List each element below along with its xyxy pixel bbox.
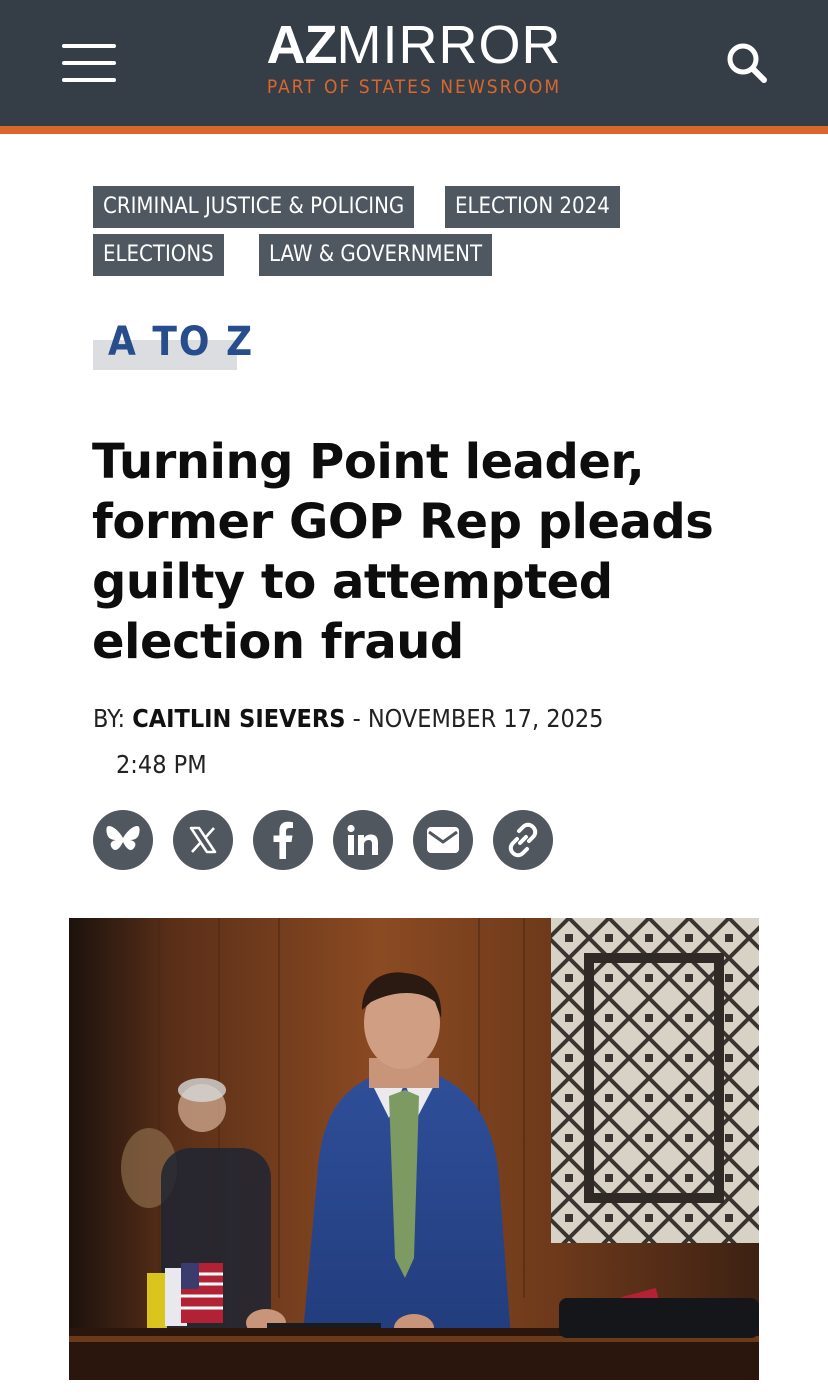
article-headline: Turning Point leader, former GOP Rep ple… [92, 434, 714, 670]
search-button[interactable] [724, 40, 770, 86]
email-icon [427, 827, 459, 853]
byline-separator: - [352, 704, 361, 733]
publish-time: 2:48 PM [116, 750, 207, 779]
link-icon [508, 822, 538, 858]
tag-law-government[interactable]: LAW & GOVERNMENT [259, 234, 493, 276]
tag-criminal-justice[interactable]: CRIMINAL JUSTICE & POLICING [93, 186, 415, 228]
logo-mirror: MIRROR [336, 15, 562, 75]
header-accent-stripe [0, 126, 828, 134]
logo-az: AZ [266, 15, 338, 75]
bluesky-icon [106, 826, 140, 850]
site-header: AZMIRROR PART OF STATES NEWSROOM [0, 0, 828, 126]
share-facebook-button[interactable] [253, 810, 313, 870]
publish-date: NOVEMBER 17, 2025 [367, 704, 604, 733]
facebook-icon [273, 821, 293, 859]
author-link[interactable]: CAITLIN SIEVERS [132, 704, 345, 733]
share-linkedin-button[interactable] [333, 810, 393, 870]
share-bluesky-button[interactable] [93, 810, 153, 870]
share-x-button[interactable] [173, 810, 233, 870]
tag-elections[interactable]: ELECTIONS [93, 234, 224, 276]
byline-label: BY: [93, 704, 126, 733]
logo-tagline: PART OF STATES NEWSROOM [266, 76, 562, 98]
search-icon [727, 43, 767, 83]
byline: BY: CAITLIN SIEVERS - NOVEMBER 17, 2025 [93, 702, 603, 736]
tag-election-2024[interactable]: ELECTION 2024 [445, 186, 620, 228]
featured-photo[interactable] [69, 918, 759, 1380]
section-label[interactable]: A TO Z [108, 318, 254, 366]
site-logo[interactable]: AZMIRROR PART OF STATES NEWSROOM [0, 16, 828, 98]
photo-illustration [69, 918, 759, 1380]
linkedin-icon [347, 824, 378, 855]
share-email-button[interactable] [413, 810, 473, 870]
share-copy-link-button[interactable] [493, 810, 553, 870]
x-icon [189, 826, 217, 854]
